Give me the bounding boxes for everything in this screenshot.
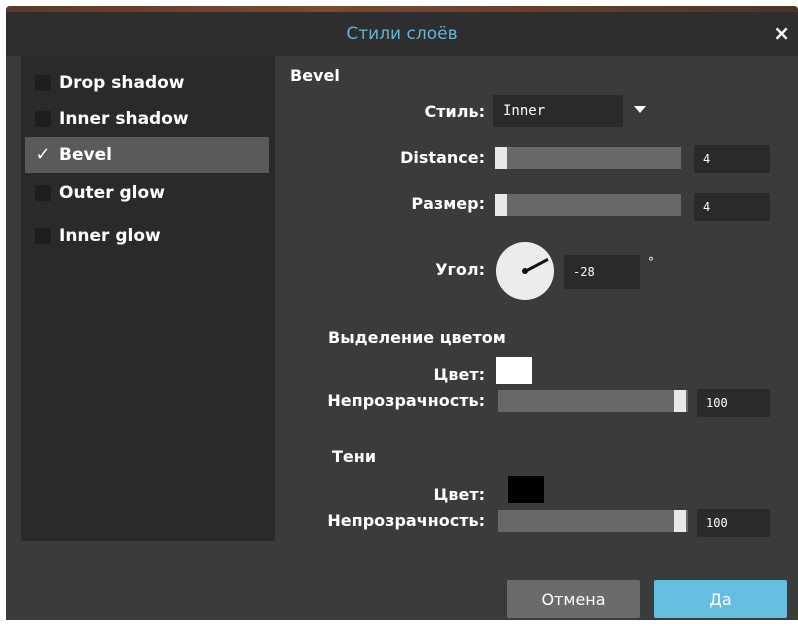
- style-item-inner-shadow[interactable]: Inner shadow: [25, 101, 269, 137]
- distance-slider[interactable]: [495, 147, 681, 169]
- degree-symbol: °: [648, 255, 654, 269]
- checkbox[interactable]: [35, 185, 51, 201]
- angle-dial[interactable]: [496, 242, 554, 300]
- highlight-heading: Выделение цветом: [328, 328, 506, 347]
- angle-input[interactable]: -28: [564, 255, 640, 289]
- shadow-color-swatch[interactable]: [508, 476, 544, 503]
- title-bar: Стили слоёв ×: [6, 12, 798, 56]
- style-select[interactable]: Inner: [493, 95, 623, 127]
- style-item-label: Inner shadow: [59, 109, 189, 129]
- style-item-label: Drop shadow: [59, 73, 185, 93]
- checkbox[interactable]: [35, 228, 51, 244]
- checkbox[interactable]: [35, 111, 51, 127]
- style-item-outer-glow[interactable]: Outer glow: [25, 175, 269, 211]
- bevel-heading: Bevel: [290, 66, 340, 85]
- distance-input[interactable]: 4: [694, 145, 770, 173]
- shadow-opacity-slider[interactable]: [498, 510, 688, 532]
- style-item-label: Bevel: [59, 145, 112, 165]
- cancel-button[interactable]: Отмена: [507, 580, 640, 618]
- checkbox[interactable]: [35, 75, 51, 91]
- chevron-down-icon[interactable]: [634, 106, 646, 113]
- checkbox-checked[interactable]: ✓: [35, 144, 51, 165]
- shadow-color-label: Цвет:: [433, 485, 486, 504]
- size-input[interactable]: 4: [694, 193, 770, 221]
- highlight-color-swatch[interactable]: [496, 357, 532, 384]
- style-list: Drop shadow Inner shadow ✓ Bevel Outer g…: [21, 55, 275, 541]
- ok-button[interactable]: Да: [654, 580, 787, 618]
- angle-center: [522, 268, 528, 274]
- close-icon[interactable]: ×: [773, 22, 790, 44]
- dialog-title: Стили слоёв: [346, 24, 458, 44]
- highlight-opacity-input[interactable]: 100: [697, 389, 770, 417]
- highlight-opacity-slider[interactable]: [498, 390, 688, 412]
- checkmark-icon: ✓: [35, 144, 51, 165]
- shadows-heading: Тени: [332, 447, 377, 466]
- slider-thumb[interactable]: [495, 194, 507, 216]
- size-slider[interactable]: [495, 194, 681, 216]
- style-item-label: Inner glow: [59, 226, 161, 246]
- distance-label: Distance:: [400, 148, 485, 167]
- slider-thumb[interactable]: [674, 390, 686, 412]
- style-item-drop-shadow[interactable]: Drop shadow: [25, 65, 269, 101]
- shadow-opacity-input[interactable]: 100: [697, 509, 770, 537]
- style-item-inner-glow[interactable]: Inner glow: [25, 218, 269, 254]
- angle-label: Угол:: [435, 260, 485, 279]
- shadow-opacity-label: Непрозрачность:: [327, 511, 485, 530]
- highlight-opacity-label: Непрозрачность:: [327, 391, 485, 410]
- size-label: Размер:: [411, 194, 485, 213]
- slider-thumb[interactable]: [495, 147, 507, 169]
- style-item-bevel[interactable]: ✓ Bevel: [25, 137, 269, 173]
- style-label: Стиль:: [424, 102, 485, 121]
- style-select-value: Inner: [503, 103, 546, 119]
- highlight-color-label: Цвет:: [433, 365, 486, 384]
- style-item-label: Outer glow: [59, 183, 165, 203]
- slider-thumb[interactable]: [674, 510, 686, 532]
